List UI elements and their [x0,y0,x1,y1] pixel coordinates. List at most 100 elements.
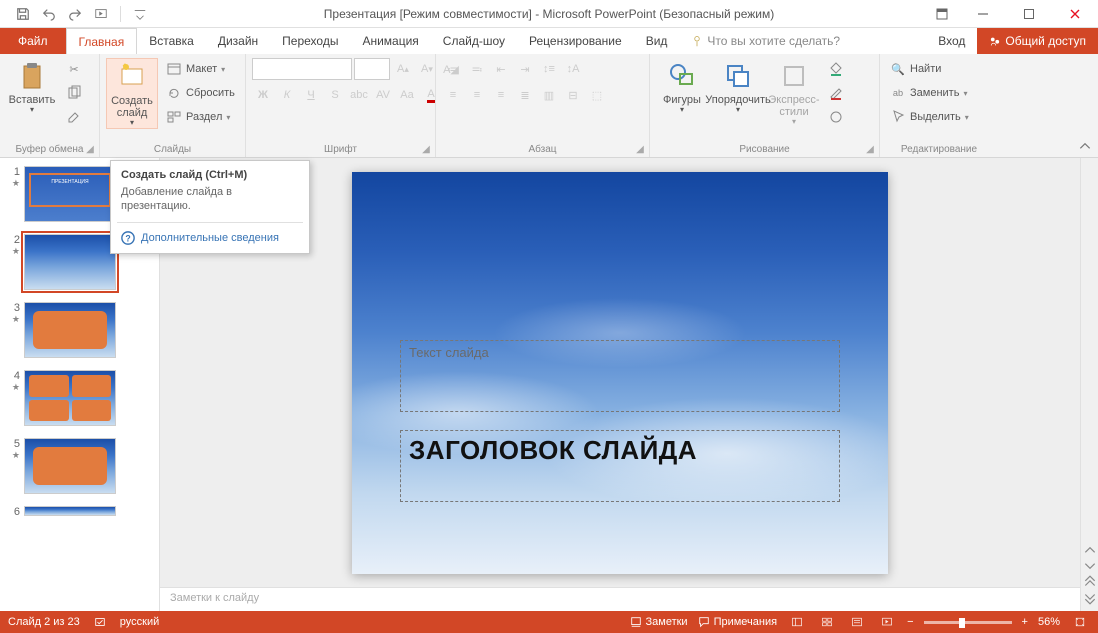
font-size-combo[interactable] [354,58,390,80]
start-from-beginning-button[interactable] [90,3,112,25]
collapse-ribbon-button[interactable] [1078,139,1092,153]
vertical-scrollbar[interactable] [1080,158,1098,611]
reading-view-button[interactable] [847,613,867,631]
new-slide-button[interactable]: Создать слайд▾ [106,58,158,129]
bullets-button[interactable]: ≔ [442,58,464,80]
cut-button[interactable]: ✂ [62,58,86,80]
signin-button[interactable]: Вход [926,28,977,54]
align-center-button[interactable]: ≡ [466,84,488,106]
columns-button[interactable]: ▥ [538,84,560,106]
redo-button[interactable] [64,3,86,25]
group-clipboard-label: Буфер обмена◢ [6,142,93,155]
zoom-level[interactable]: 56% [1038,616,1060,628]
align-left-button[interactable]: ≡ [442,84,464,106]
scroll-up-icon[interactable] [1083,543,1097,557]
arrange-button[interactable]: Упорядочить▾ [712,58,764,115]
tab-view[interactable]: Вид [634,28,680,54]
quick-styles-button[interactable]: Экспресс-стили▾ [768,58,820,127]
tab-home[interactable]: Главная [66,28,138,55]
shapes-button[interactable]: Фигуры▾ [656,58,708,115]
tab-animation[interactable]: Анимация [350,28,430,54]
section-button[interactable]: Раздел▾ [162,106,239,128]
language-status[interactable]: русский [120,616,159,628]
fit-to-window-button[interactable] [1070,613,1090,631]
slide-thumbnail-4[interactable] [24,370,116,426]
slide-counter[interactable]: Слайд 2 из 23 [8,616,80,628]
spellcheck-status[interactable] [94,616,106,628]
slide-thumbnail-5[interactable] [24,438,116,494]
align-text-button[interactable]: ⊟ [562,84,584,106]
font-family-combo[interactable] [252,58,352,80]
tell-me-search[interactable]: Что вы хотите сделать? [679,28,852,54]
close-button[interactable] [1052,0,1098,28]
slide-sorter-view-button[interactable] [817,613,837,631]
increase-indent-button[interactable]: ⇥ [514,58,536,80]
change-case-button[interactable]: Aa [396,84,418,106]
slide-thumbnail-6[interactable] [24,506,116,516]
layout-button[interactable]: Макет▾ [162,58,239,80]
zoom-out-button[interactable]: − [907,616,913,628]
zoom-slider[interactable] [924,621,1012,624]
normal-view-button[interactable] [787,613,807,631]
maximize-button[interactable] [1006,0,1052,28]
increase-font-button[interactable]: A▴ [392,58,414,80]
dialog-launcher-icon[interactable]: ◢ [865,144,875,154]
numbering-button[interactable]: ≕ [466,58,488,80]
justify-button[interactable]: ≣ [514,84,536,106]
minimize-button[interactable] [960,0,1006,28]
char-spacing-button[interactable]: AV [372,84,394,106]
subtitle-placeholder[interactable]: Текст слайда [400,340,840,412]
share-button[interactable]: Общий доступ [977,28,1098,54]
dialog-launcher-icon[interactable]: ◢ [421,144,431,154]
line-spacing-button[interactable]: ↕≡ [538,58,560,80]
slide-thumbnail-1[interactable]: ПРЕЗЕНТАЦИЯ [24,166,116,222]
shape-outline-button[interactable] [824,82,848,104]
notes-toggle[interactable]: Заметки [630,616,688,628]
undo-button[interactable] [38,3,60,25]
notes-pane[interactable]: Заметки к слайду [160,587,1080,611]
tooltip-help-link[interactable]: ? Дополнительные сведения [111,223,309,253]
decrease-font-button[interactable]: A▾ [416,58,438,80]
replace-button[interactable]: abЗаменить▾ [886,82,973,104]
comments-toggle[interactable]: Примечания [698,616,778,628]
smartart-button[interactable]: ⬚ [586,84,608,106]
title-placeholder[interactable]: ЗАГОЛОВОК СЛАЙДА [400,430,840,502]
tab-transitions[interactable]: Переходы [270,28,350,54]
next-slide-icon[interactable] [1083,591,1097,605]
shape-fill-button[interactable] [824,58,848,80]
copy-button[interactable] [62,82,86,104]
customize-qat-button[interactable] [129,3,151,25]
strikethrough-button[interactable]: S [324,84,346,106]
slide-thumbnail-2[interactable] [24,234,116,290]
save-button[interactable] [12,3,34,25]
bold-button[interactable]: Ж [252,84,274,106]
scroll-down-icon[interactable] [1083,559,1097,573]
italic-button[interactable]: К [276,84,298,106]
shadow-button[interactable]: abc [348,84,370,106]
slide-canvas[interactable]: Текст слайда ЗАГОЛОВОК СЛАЙДА [352,172,888,574]
dialog-launcher-icon[interactable]: ◢ [85,144,95,154]
tab-insert[interactable]: Вставка [137,28,206,54]
text-direction-button[interactable]: ↕A [562,58,584,80]
reset-button[interactable]: Сбросить [162,82,239,104]
shape-effects-button[interactable] [824,106,848,128]
copy-icon [66,85,82,101]
tab-review[interactable]: Рецензирование [517,28,634,54]
tab-file[interactable]: Файл [0,28,66,54]
find-button[interactable]: 🔍Найти [886,58,973,80]
paste-button[interactable]: Вставить▾ [6,58,58,115]
decrease-indent-button[interactable]: ⇤ [490,58,512,80]
select-button[interactable]: Выделить▾ [886,106,973,128]
prev-slide-icon[interactable] [1083,575,1097,589]
format-painter-button[interactable] [62,106,86,128]
ribbon-display-options-button[interactable] [924,0,960,28]
zoom-in-button[interactable]: + [1022,616,1028,628]
align-right-button[interactable]: ≡ [490,84,512,106]
slide-thumbnail-3[interactable] [24,302,116,358]
underline-button[interactable]: Ч [300,84,322,106]
tab-slideshow[interactable]: Слайд-шоу [431,28,517,54]
dialog-launcher-icon[interactable]: ◢ [635,144,645,154]
slideshow-view-button[interactable] [877,613,897,631]
tab-design[interactable]: Дизайн [206,28,270,54]
group-drawing-label: Рисование◢ [656,142,873,155]
